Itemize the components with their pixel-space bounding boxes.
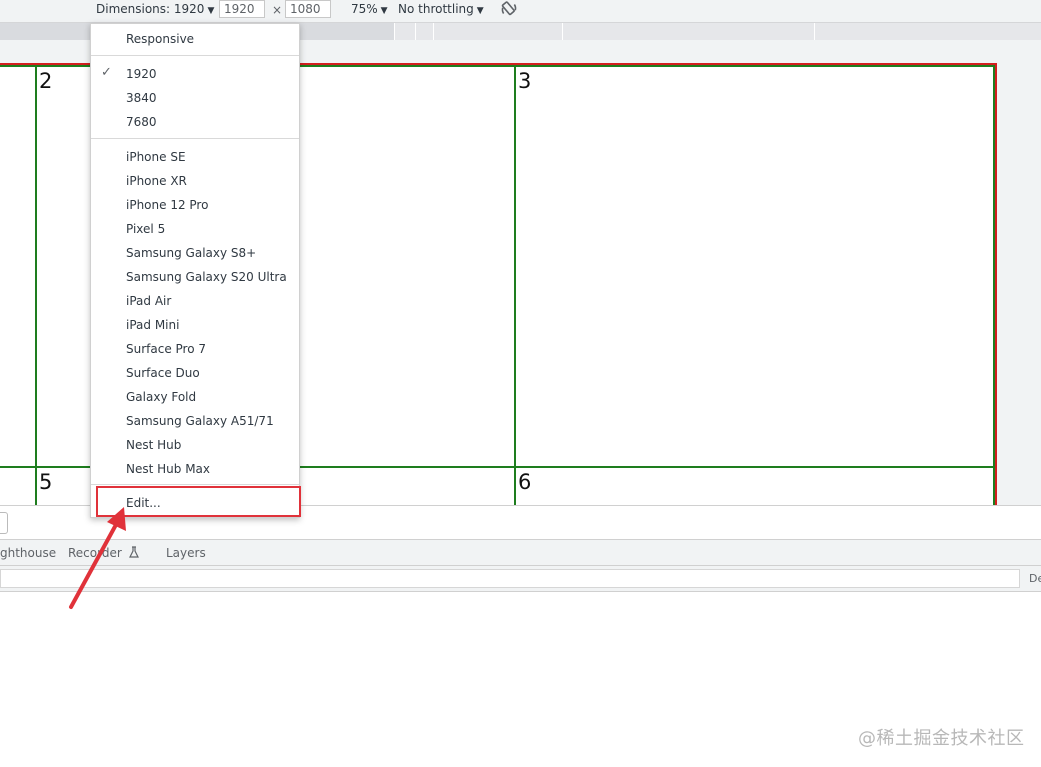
menu-item-device[interactable]: iPhone 12 Pro [126, 198, 208, 212]
grid-cell-6: 6 [514, 466, 995, 505]
ruler-tick [814, 23, 815, 40]
menu-item-device[interactable]: iPad Air [126, 294, 171, 308]
device-toolbar: Dimensions: 1920 ▼ 1920 × 1080 75% ▼ No th… [0, 0, 1041, 22]
menu-divider [91, 484, 299, 485]
throttling-label: No throttling [398, 2, 474, 16]
times-sign: × [272, 3, 283, 17]
tab-lighthouse[interactable]: ghthouse [0, 546, 56, 560]
ruler-tick [433, 23, 434, 40]
menu-item-size[interactable]: 1920 [126, 67, 157, 81]
height-input[interactable]: 1080 [285, 0, 331, 18]
grid-cell-4 [0, 466, 39, 505]
menu-item-device[interactable]: Samsung Galaxy S20 Ultra [126, 270, 287, 284]
width-input[interactable]: 1920 [219, 0, 265, 18]
menu-item-device[interactable]: Surface Duo [126, 366, 200, 380]
grid-cell-1 [0, 65, 39, 469]
menu-item-device[interactable]: Nest Hub Max [126, 462, 210, 476]
zoom-dropdown[interactable]: 75% ▼ [351, 2, 388, 16]
menu-item-device[interactable]: Samsung Galaxy A51/71 [126, 414, 274, 428]
dimensions-dropdown[interactable]: Dimensions: 1920 ▼ [96, 2, 214, 16]
menu-item-device[interactable]: iPhone XR [126, 174, 187, 188]
filter-right-label[interactable]: De [1029, 572, 1041, 585]
throttling-caret-icon: ▼ [476, 6, 484, 16]
tab-layers[interactable]: Layers [166, 546, 206, 560]
dimensions-caret-icon: ▼ [207, 6, 215, 16]
menu-item-device[interactable]: Nest Hub [126, 438, 181, 452]
cell-number: 3 [518, 69, 532, 93]
menu-divider [91, 55, 299, 56]
toolbar-button[interactable] [0, 512, 8, 534]
menu-item-device[interactable]: iPad Mini [126, 318, 179, 332]
ruler-tick [562, 23, 563, 40]
menu-item-device[interactable]: Pixel 5 [126, 222, 165, 236]
menu-item-device[interactable]: Surface Pro 7 [126, 342, 206, 356]
rotate-icon[interactable] [500, 0, 518, 18]
ruler-tick [415, 23, 416, 40]
dimensions-menu: Responsive ✓ 1920 3840 7680 iPhone SE iP… [90, 23, 300, 518]
filter-input[interactable] [0, 569, 1020, 588]
devtools-tabs: ghthouse Recorder Layers [0, 539, 1041, 566]
dimensions-label: Dimensions: 1920 [96, 2, 205, 16]
menu-item-device[interactable]: Galaxy Fold [126, 390, 196, 404]
menu-item-device[interactable]: iPhone SE [126, 150, 186, 164]
throttling-dropdown[interactable]: No throttling ▼ [398, 2, 484, 16]
cell-number: 5 [39, 470, 53, 494]
menu-item-size[interactable]: 7680 [126, 115, 157, 129]
cell-number: 2 [39, 69, 53, 93]
annotation-arrow [69, 507, 126, 609]
menu-item-device[interactable]: Samsung Galaxy S8+ [126, 246, 256, 260]
checkmark-icon: ✓ [101, 65, 112, 80]
grid-cell-3: 3 [514, 65, 995, 469]
menu-item-responsive[interactable]: Responsive [126, 32, 194, 46]
cell-number: 6 [518, 470, 532, 494]
ruler-tick [394, 23, 395, 40]
menu-item-size[interactable]: 3840 [126, 91, 157, 105]
zoom-label: 75% [351, 2, 378, 16]
watermark: @稀土掘金技术社区 [858, 728, 1025, 749]
devtools-filter-bar: De [0, 566, 1041, 592]
menu-divider [91, 138, 299, 139]
zoom-caret-icon: ▼ [380, 6, 388, 16]
